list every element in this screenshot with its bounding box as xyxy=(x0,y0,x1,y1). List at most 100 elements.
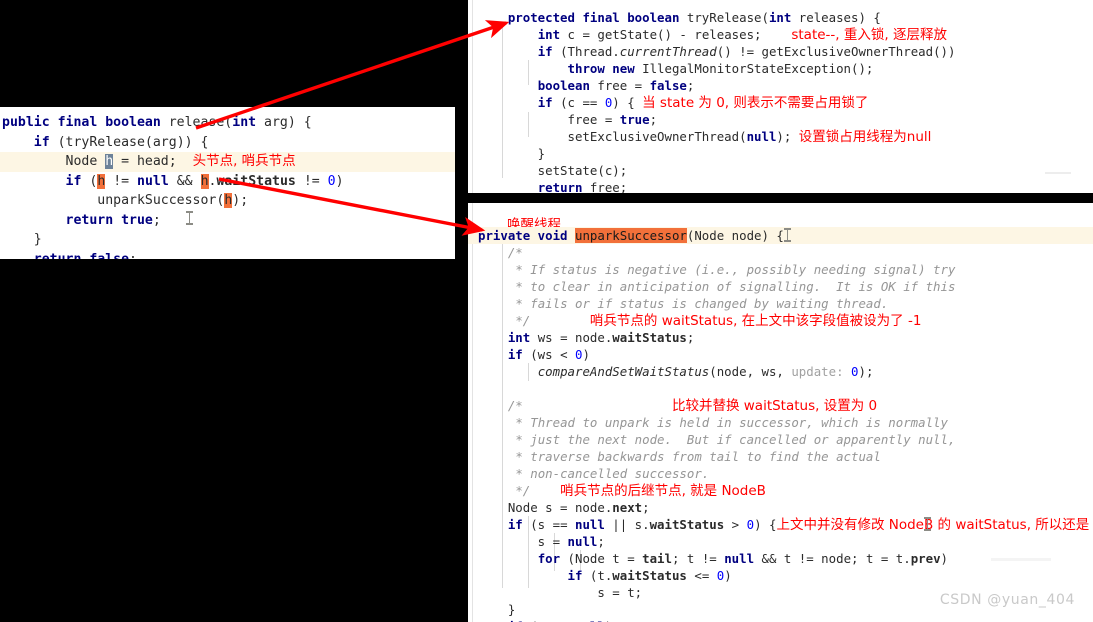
code-token: if xyxy=(65,173,82,189)
code-token: } xyxy=(478,146,546,161)
code-token: currentThread xyxy=(619,44,717,59)
code-token: ; xyxy=(597,534,605,549)
code-token: throw new xyxy=(567,61,643,76)
code-line[interactable]: */ 哨兵节点的 waitStatus, 在上文中该字段值被设为了 -1 xyxy=(468,312,1093,329)
code-token: ) xyxy=(335,173,344,189)
scroll-marker xyxy=(1045,172,1071,174)
code-token: h xyxy=(200,173,209,189)
code-line[interactable]: * Thread to unpark is held in successor,… xyxy=(468,414,1093,431)
code-line[interactable]: compareAndSetWaitStatus(node, ws, update… xyxy=(468,363,1093,380)
code-token: && t != node; t = t. xyxy=(754,551,911,566)
code-token: int xyxy=(232,115,257,130)
code-token: tail xyxy=(642,551,672,566)
code-token: tryRelease( xyxy=(686,10,769,25)
code-line[interactable]: if (t.waitStatus <= 0) xyxy=(468,567,1093,584)
code-token: null xyxy=(746,129,777,144)
code-token: setExclusiveOwnerThread( xyxy=(478,129,747,144)
code-line[interactable]: int ws = node.waitStatus; xyxy=(468,329,1093,346)
code-line[interactable]: setExclusiveOwnerThread(null); 设置锁占用线程为n… xyxy=(468,128,1093,145)
code-token: ; xyxy=(642,500,650,515)
code-token: if xyxy=(507,347,523,362)
code-token: Node s = node. xyxy=(478,500,613,515)
code-line[interactable]: int c = getState() - releases; state--, … xyxy=(468,26,1093,43)
code-line[interactable]: if (Thread.currentThread() != getExclusi… xyxy=(468,43,1093,60)
code-line[interactable]: protected final boolean tryRelease(int r… xyxy=(468,9,1093,26)
code-token: (Node node) { xyxy=(686,228,784,243)
code-token: if xyxy=(33,134,50,150)
code-line[interactable]: boolean free = false; xyxy=(468,77,1093,94)
code-line[interactable]: free = true; xyxy=(468,111,1093,128)
code-line[interactable]: private void unparkSuccessor(Node node) … xyxy=(468,227,1093,244)
code-token: if xyxy=(567,568,583,583)
code-token: * fails or if status is changed by waiti… xyxy=(515,296,889,311)
code-line[interactable]: } xyxy=(468,145,1093,162)
code-token: > xyxy=(724,517,747,532)
code-panel-release[interactable]: public final boolean release(int arg) { … xyxy=(0,107,455,259)
code-line[interactable]: if (ws < 0) xyxy=(468,346,1093,363)
code-token: null xyxy=(724,551,755,566)
code-line[interactable]: * to clear in anticipation of signalling… xyxy=(468,278,1093,295)
code-line[interactable]: return true; xyxy=(0,211,455,231)
code-token: ) xyxy=(940,551,949,566)
code-token: waitStatus xyxy=(649,517,725,532)
code-line[interactable]: * fails or if status is changed by waiti… xyxy=(468,295,1093,312)
code-line[interactable]: return free; xyxy=(468,179,1093,193)
code-line[interactable]: if (s != null) xyxy=(468,618,1093,622)
code-line[interactable]: * non-cancelled successor. xyxy=(468,465,1093,482)
code-line[interactable]: /* xyxy=(468,244,1093,261)
code-line[interactable]: return false; xyxy=(0,250,455,260)
code-line[interactable]: /* 比较并替换 waitStatus, 设置为 0 xyxy=(468,397,1093,414)
code-line[interactable]: } xyxy=(0,230,455,250)
code-token: free = xyxy=(589,78,650,93)
code-line[interactable]: if (s == null || s.waitStatus > 0) {上文中并… xyxy=(468,516,1093,533)
code-token: (tryRelease(arg)) { xyxy=(49,134,209,150)
code-line[interactable]: */ 哨兵节点的后继节点, 就是 NodeB xyxy=(468,482,1093,499)
code-line[interactable]: if (tryRelease(arg)) { xyxy=(0,133,455,153)
code-line[interactable]: s = null; xyxy=(468,533,1093,550)
code-token: () != getExclusiveOwnerThread()) xyxy=(716,44,956,59)
code-line[interactable]: Node h = head; 头节点, 哨兵节点 xyxy=(0,152,455,172)
code-token: return false xyxy=(33,251,130,260)
code-token: 当 state 为 0, 则表示不需要占用锁了 xyxy=(642,95,869,111)
code-token: releases) { xyxy=(791,10,881,25)
code-token: ; xyxy=(129,251,137,260)
code-panel-unparksuccessor[interactable]: 唤醒线程 private void unparkSuccessor(Node n… xyxy=(468,203,1093,622)
code-block-release[interactable]: public final boolean release(int arg) { … xyxy=(0,107,455,259)
code-token: (node, ws, xyxy=(709,364,792,379)
code-block-tryrelease[interactable]: protected final boolean tryRelease(int r… xyxy=(468,0,1093,193)
code-token: ); xyxy=(858,364,874,379)
code-line[interactable]: * traverse backwards from tail to find t… xyxy=(468,448,1093,465)
code-line[interactable]: * If status is negative (i.e., possibly … xyxy=(468,261,1093,278)
code-token: || s. xyxy=(604,517,650,532)
code-line[interactable]: if (c == 0) { 当 state 为 0, 则表示不需要占用锁了 xyxy=(468,94,1093,111)
code-token: 哨兵节点的 waitStatus, 在上文中该字段值被设为了 -1 xyxy=(589,313,922,329)
code-token: boolean xyxy=(537,78,590,93)
code-line[interactable]: * just the next node. But if cancelled o… xyxy=(468,431,1093,448)
code-token: null xyxy=(567,534,598,549)
code-line[interactable] xyxy=(468,380,1093,397)
code-token: compareAndSetWaitStatus xyxy=(537,364,710,379)
code-token: * to clear in anticipation of signalling… xyxy=(515,279,956,294)
code-token: * traverse backwards from tail to find t… xyxy=(515,449,881,464)
code-token: s = t; xyxy=(478,585,643,600)
code-line[interactable]: if (h != null && h.waitStatus != 0) xyxy=(0,172,455,192)
code-line[interactable]: unparkSuccessor(h); xyxy=(0,191,455,211)
code-line[interactable]: Node s = node.next; xyxy=(468,499,1093,516)
code-line[interactable]: public final boolean release(int arg) { xyxy=(0,113,455,133)
code-token: (ws < xyxy=(522,347,575,362)
code-token: int xyxy=(768,10,792,25)
code-line[interactable]: throw new IllegalMonitorStateException()… xyxy=(468,60,1093,77)
code-panel-tryrelease[interactable]: protected final boolean tryRelease(int r… xyxy=(468,0,1093,193)
code-token: 0 xyxy=(746,517,755,532)
code-line[interactable]: setState(c); xyxy=(468,162,1093,179)
code-token: (Node t = xyxy=(560,551,643,566)
